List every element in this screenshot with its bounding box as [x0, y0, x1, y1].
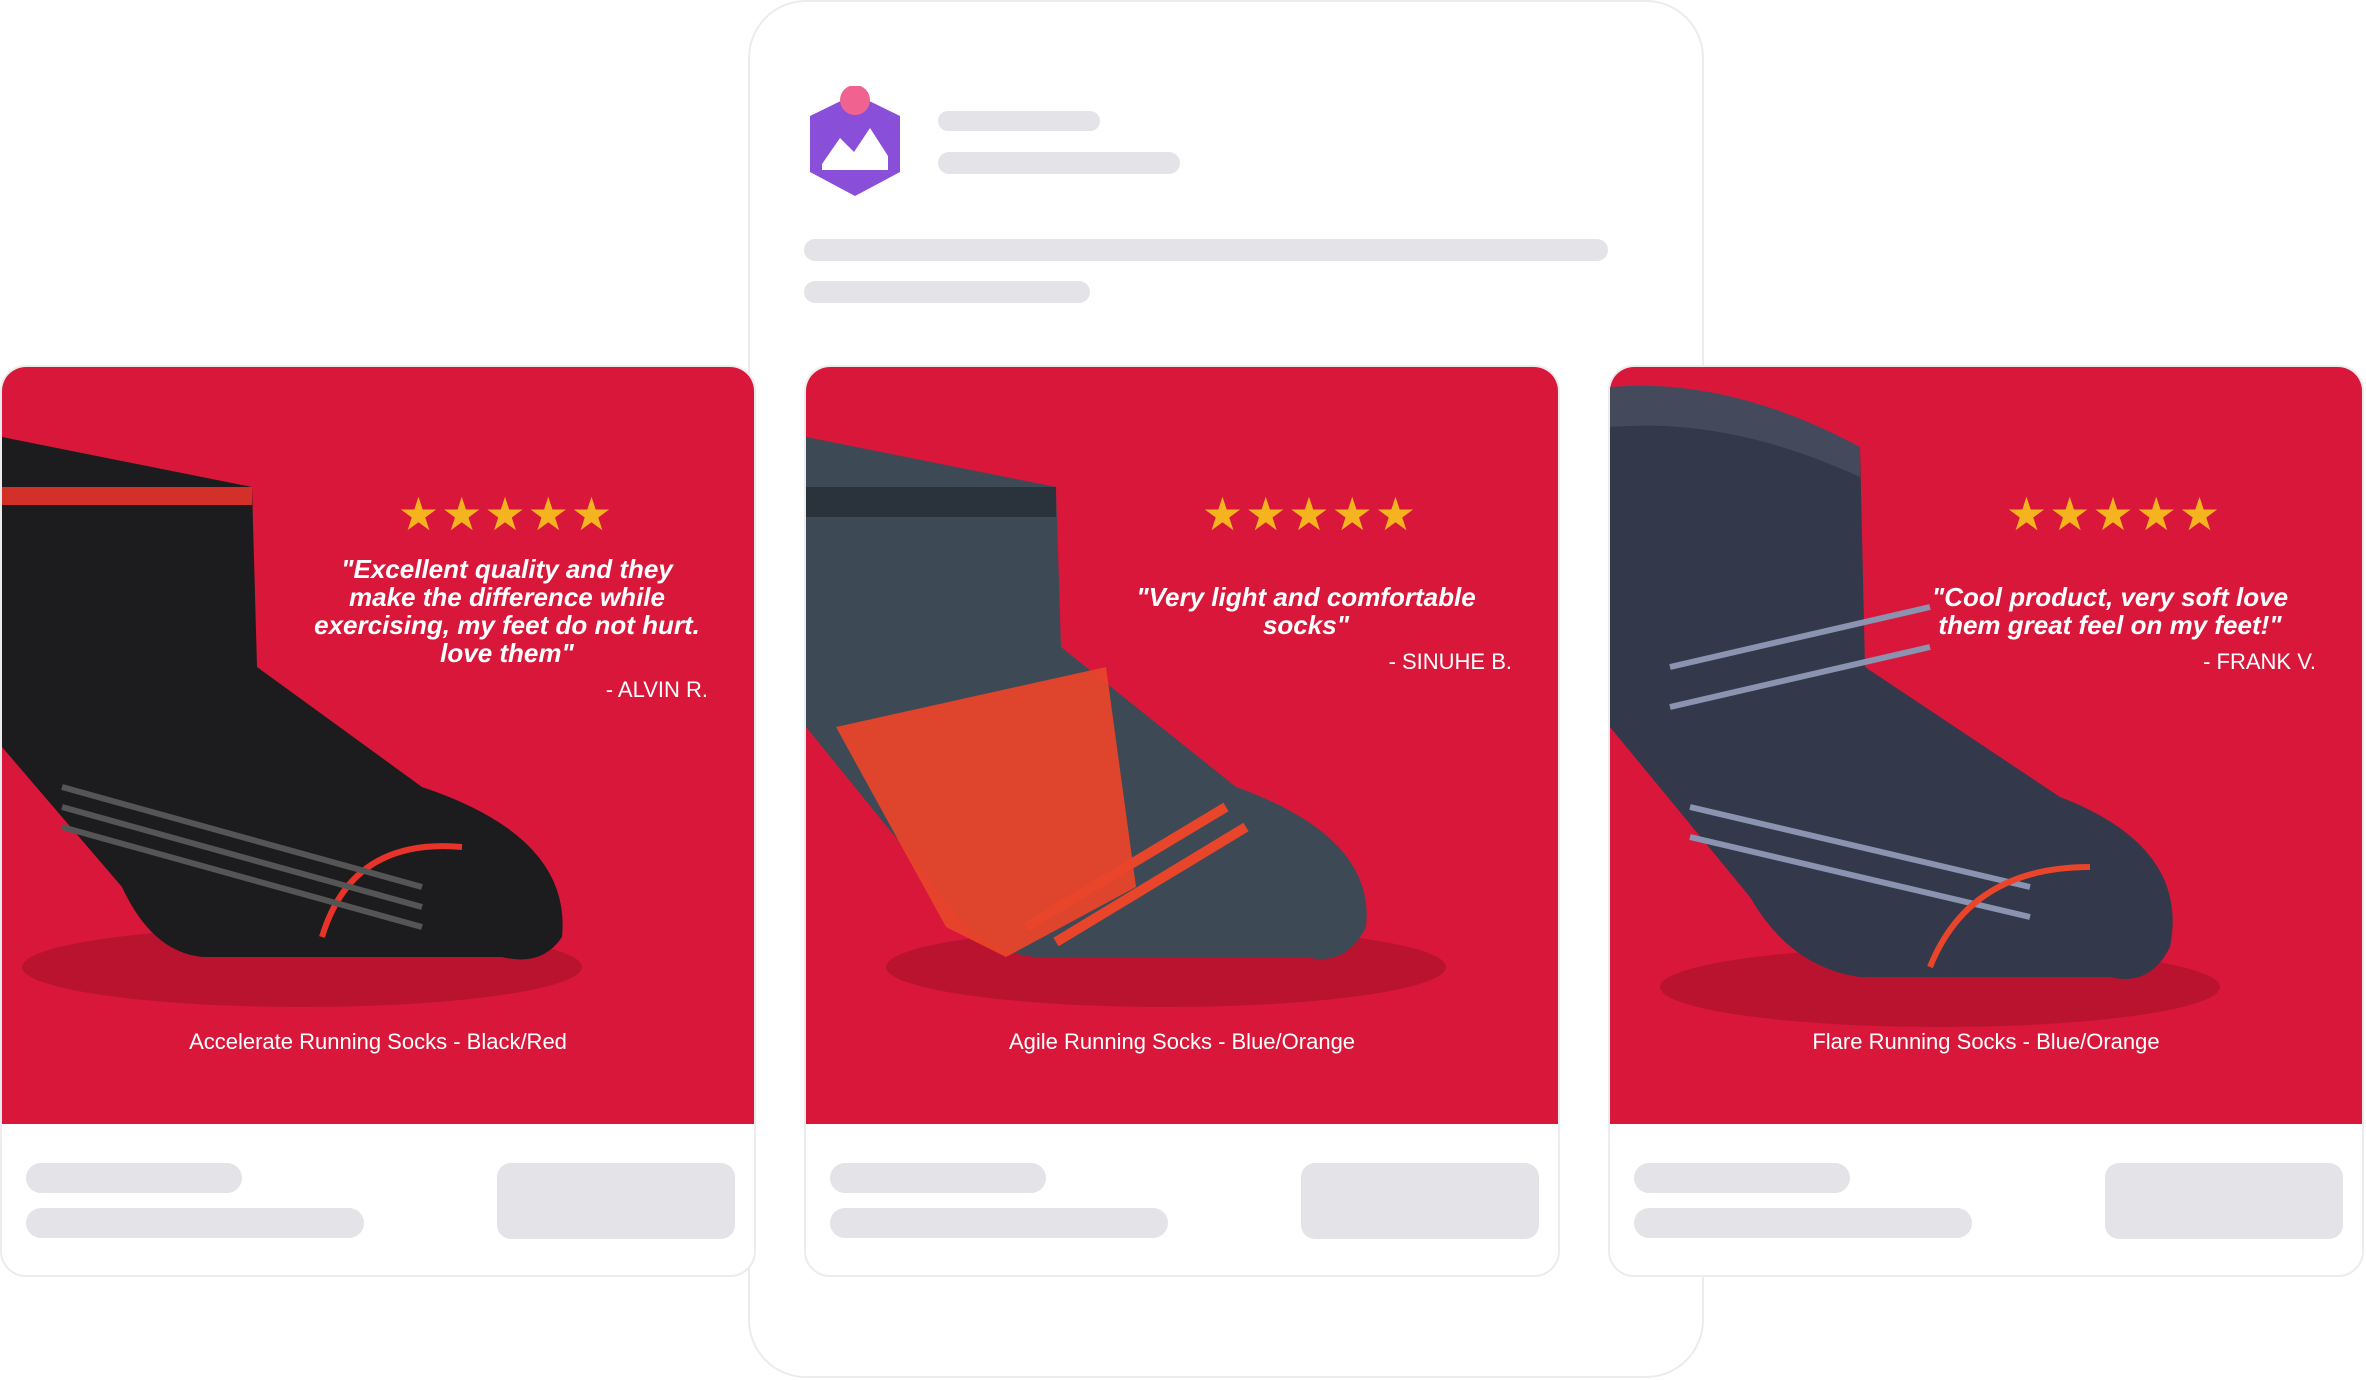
review-image: ★★★★★ "Cool product, very soft love them…: [1610, 367, 2362, 1124]
card-skeleton-line-2: [1634, 1208, 1972, 1238]
card-skeleton-line-1: [1634, 1163, 1850, 1193]
sock-image: [806, 437, 1446, 1007]
sock-image: [2, 437, 582, 1007]
review-quote: "Excellent quality and they make the dif…: [314, 554, 700, 668]
card-button-skeleton[interactable]: [497, 1163, 735, 1239]
card-skeleton-line-1: [26, 1163, 242, 1193]
card-skeleton-line-1: [830, 1163, 1046, 1193]
post-skeleton-line-2: [804, 281, 1090, 303]
review-author: - ALVIN R.: [605, 677, 708, 702]
sock-image: [1610, 385, 2220, 1027]
rating-stars: ★★★★★: [2005, 488, 2223, 540]
rating-stars: ★★★★★: [397, 488, 615, 540]
card-button-skeleton[interactable]: [1301, 1163, 1539, 1239]
review-card-2[interactable]: ★★★★★ "Very light and comfortable socks"…: [804, 365, 1560, 1277]
review-card-1[interactable]: ★★★★★ "Excellent quality and they make t…: [0, 365, 756, 1277]
post-skeleton-line-1: [804, 239, 1608, 261]
product-name: Agile Running Socks - Blue/Orange: [1008, 1029, 1356, 1054]
header-skeleton-subtitle: [938, 152, 1180, 174]
card-skeleton-line-2: [26, 1208, 364, 1238]
review-author: - SINUHE B.: [1388, 649, 1512, 674]
header-skeleton-title: [938, 111, 1100, 131]
review-quote: "Cool product, very soft love them great…: [1931, 582, 2289, 640]
product-name: Accelerate Running Socks - Black/Red: [189, 1029, 567, 1054]
product-name: Flare Running Socks - Blue/Orange: [1812, 1029, 2160, 1054]
review-author: - FRANK V.: [2203, 649, 2316, 674]
app-logo-icon: [810, 86, 900, 196]
review-quote: "Very light and comfortable socks": [1136, 582, 1476, 640]
card-button-skeleton[interactable]: [2105, 1163, 2343, 1239]
rating-stars: ★★★★★: [1201, 488, 1419, 540]
review-image: ★★★★★ "Excellent quality and they make t…: [2, 367, 754, 1124]
review-card-3[interactable]: ★★★★★ "Cool product, very soft love them…: [1608, 365, 2364, 1277]
review-image: ★★★★★ "Very light and comfortable socks"…: [806, 367, 1558, 1124]
card-skeleton-line-2: [830, 1208, 1168, 1238]
